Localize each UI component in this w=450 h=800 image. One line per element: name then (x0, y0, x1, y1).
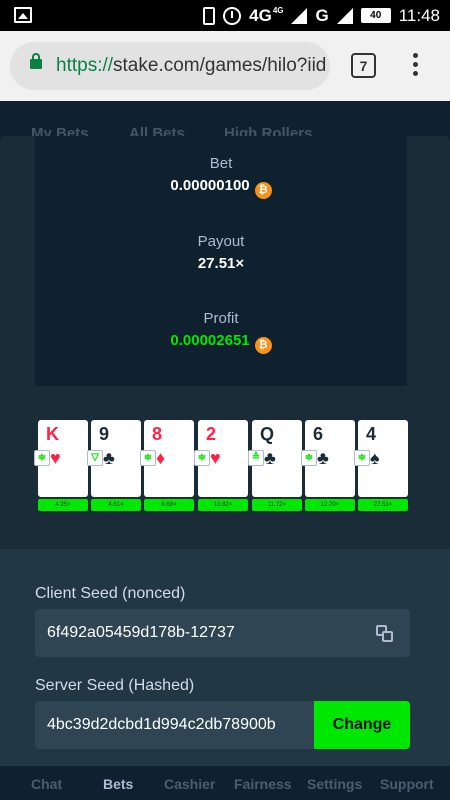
browser-menu-icon[interactable] (405, 53, 425, 81)
network-type: 4G 4G (249, 6, 283, 26)
guess-icon: ≑ (140, 450, 156, 466)
nav-support[interactable]: Support (380, 776, 434, 792)
card-rank: 8 (152, 424, 163, 444)
multiplier-badge: 4.25× (38, 499, 88, 511)
playing-card: 8 ♦ ≑ (140, 420, 194, 497)
guess-icon: ≙ (248, 450, 264, 466)
server-seed-field[interactable]: 4bc39d2dcbd1d994c2db78900b Change (35, 701, 410, 749)
payout-label: Payout (197, 233, 245, 250)
guess-icon: ≑ (301, 450, 317, 466)
playing-card: 2 ♥ ≑ (194, 420, 248, 497)
card-rank: 2 (206, 424, 217, 444)
signal-icon-2 (336, 7, 353, 24)
heart-suit-icon: ♥ (50, 448, 61, 468)
nav-chat[interactable]: Chat (31, 776, 62, 792)
battery-icon: 40 (360, 8, 391, 23)
server-seed-value: 4bc39d2dcbd1d994c2db78900b (47, 716, 276, 733)
bottom-navigation: Chat Bets Cashier Fairness Settings Supp… (0, 766, 450, 800)
background-bet-tabs: My Bets All Bets High Rollers (0, 101, 450, 142)
playing-card: 4 ♠ ≑ (354, 420, 408, 497)
bet-stats-panel: Bet 0.00000100 ₿ Payout 27.51× Profit 0.0… (35, 136, 407, 386)
heart-suit-icon: ♥ (210, 448, 221, 468)
diamond-suit-icon: ♦ (156, 448, 166, 468)
guess-icon: ≑ (34, 450, 50, 466)
network-label: 4G (249, 5, 272, 25)
nav-settings[interactable]: Settings (307, 776, 362, 792)
status-icons: 4G 4G G 40 11:48 (203, 0, 440, 31)
server-seed-label: Server Seed (Hashed) (35, 677, 195, 694)
bitcoin-icon: ₿ (254, 182, 272, 199)
nav-fairness[interactable]: Fairness (234, 776, 292, 792)
playing-card: 6 ♣ ≑ (301, 420, 355, 497)
bitcoin-icon: ₿ (254, 337, 272, 354)
url-scheme: https:// (56, 55, 114, 76)
client-seed-label: Client Seed (nonced) (35, 585, 186, 602)
alarm-icon (223, 6, 242, 25)
card-rank: Q (260, 424, 275, 444)
url-path: stake.com/games/hilo?iid (113, 55, 327, 76)
playing-card: 9 ♣ ▽ (87, 420, 141, 497)
card-history: K ♥ ≑ 4.25× 9 ♣ ▽ 4.61× 8 ♦ ≑ 6.66× 2 ♥ … (34, 420, 412, 514)
guess-icon: ≑ (354, 450, 370, 466)
bet-details-modal: Bet 0.00000100 ₿ Payout 27.51× Profit 0.0… (0, 136, 450, 766)
client-seed-field[interactable]: 6f492a05459d178b-12737 (35, 609, 410, 657)
status-bar: 4G 4G G 40 11:48 (0, 0, 450, 31)
seeds-section: Client Seed (nonced) 6f492a05459d178b-12… (0, 549, 450, 766)
nav-bets[interactable]: Bets (103, 776, 133, 792)
playing-card: Q ♣ ≙ (248, 420, 302, 497)
profit-label: Profit (203, 310, 239, 327)
payout-value: 27.51× (197, 255, 245, 272)
browser-toolbar: https://stake.com/games/hilo?iid 7 (0, 31, 450, 101)
multiplier-badge: 11.72× (252, 499, 302, 511)
profit-amount: 0.00002651 (170, 332, 250, 349)
multiplier-badge: 10.82× (198, 499, 248, 511)
club-suit-icon: ♣ (103, 448, 115, 468)
multiplier-badge: 6.66× (144, 499, 194, 511)
playing-card: K ♥ ≑ (34, 420, 88, 497)
change-seed-button[interactable]: Change (314, 701, 410, 749)
card-rank: K (46, 424, 59, 444)
nav-cashier[interactable]: Cashier (164, 776, 215, 792)
vibrate-icon (203, 6, 216, 25)
gallery-notification-icon (14, 7, 32, 23)
card-rank: 9 (99, 424, 110, 444)
guess-icon: ▽ (87, 450, 103, 466)
signal-icon (291, 7, 308, 24)
bet-value: 0.00000100 ₿ (35, 177, 407, 199)
club-suit-icon: ♣ (264, 448, 276, 468)
tab-switcher-button[interactable]: 7 (351, 53, 376, 78)
address-bar[interactable]: https://stake.com/games/hilo?iid (10, 42, 330, 90)
url-text[interactable]: https://stake.com/games/hilo?iid (56, 55, 326, 77)
bet-label: Bet (209, 155, 233, 172)
club-suit-icon: ♣ (317, 448, 329, 468)
signal-type: G (315, 5, 329, 25)
multiplier-badge: 4.61× (91, 499, 141, 511)
card-rank: 6 (313, 424, 324, 444)
copy-icon[interactable] (376, 625, 396, 643)
multiplier-badge: 27.51× (358, 499, 408, 511)
network-sub-label: 4G (272, 5, 284, 15)
profit-value: 0.00002651 ₿ (35, 332, 407, 354)
bet-amount: 0.00000100 (170, 177, 250, 194)
clock: 11:48 (398, 5, 440, 25)
card-rank: 4 (366, 424, 377, 444)
multiplier-badge: 12.70× (305, 499, 355, 511)
spade-suit-icon: ♠ (370, 448, 380, 468)
client-seed-value: 6f492a05459d178b-12737 (47, 624, 235, 641)
lock-icon (30, 53, 42, 69)
guess-icon: ≑ (194, 450, 210, 466)
